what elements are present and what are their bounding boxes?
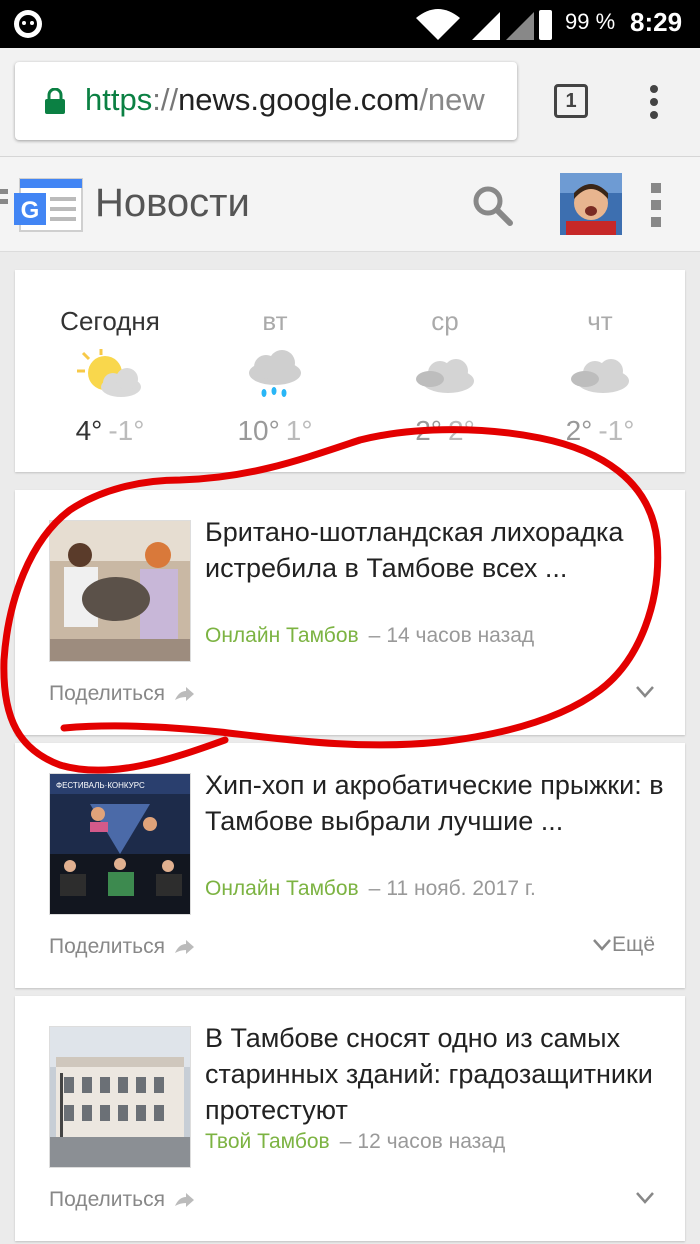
article-time: 11 нояб. 2017 г.: [386, 877, 536, 900]
page-title: Новости: [95, 181, 250, 225]
expand-button[interactable]: [635, 1186, 655, 1210]
weather-day-name: вт: [262, 306, 288, 336]
share-label: Поделиться: [49, 1188, 165, 1211]
share-arrow-icon: [174, 1193, 194, 1208]
weather-high: 2°: [565, 415, 593, 446]
cloudy-icon: [416, 359, 474, 393]
weather-day-name: ср: [431, 306, 459, 336]
article-card[interactable]: Британо-шотландская лихорадка истребила …: [15, 490, 685, 735]
weather-day-tue[interactable]: вт 10° 1°: [195, 306, 355, 447]
meta-separator: –: [368, 877, 381, 900]
cloudy-icon: [571, 359, 629, 393]
expand-button[interactable]: [635, 680, 655, 704]
share-button[interactable]: Поделиться: [49, 1188, 195, 1212]
weather-day-wed[interactable]: ср 2° 2°: [365, 306, 525, 447]
chevron-down-icon: [593, 939, 611, 952]
weather-high: 4°: [75, 415, 103, 446]
weather-day-thu[interactable]: чт 2° -1°: [520, 306, 680, 447]
share-arrow-icon: [174, 940, 194, 955]
more-label: Ещё: [612, 933, 655, 956]
weather-low: -1°: [108, 415, 145, 446]
svg-text:G: G: [21, 197, 40, 224]
article-thumbnail[interactable]: ФЕСТИВАЛЬ·КОНКУРС: [49, 773, 191, 915]
article-title[interactable]: Хип-хоп и акробатические прыжки: в Тамбо…: [205, 767, 665, 839]
weather-day-today[interactable]: Сегодня 4° -1°: [30, 306, 190, 447]
app-menu-icon[interactable]: [648, 183, 664, 227]
chevron-down-icon: [636, 686, 654, 699]
partly-sunny-icon: [77, 349, 141, 397]
share-button[interactable]: Поделиться: [49, 935, 195, 959]
article-source[interactable]: Онлайн Тамбов: [205, 877, 359, 900]
share-label: Поделиться: [49, 682, 165, 705]
article-title[interactable]: Британо-шотландская лихорадка истребила …: [205, 514, 665, 586]
svg-text:ФЕСТИВАЛЬ·КОНКУРС: ФЕСТИВАЛЬ·КОНКУРС: [56, 781, 145, 790]
rain-cloud-icon: [249, 350, 301, 397]
article-time: 12 часов назад: [357, 1130, 506, 1153]
weather-low: 1°: [285, 415, 313, 446]
status-bar: 99 % 8:29: [0, 0, 700, 48]
google-news-logo[interactable]: G: [0, 175, 90, 235]
url-text[interactable]: https://news.google.com/new: [85, 82, 485, 118]
weather-low: -1°: [598, 415, 635, 446]
browser-menu-icon[interactable]: [646, 84, 662, 120]
user-avatar[interactable]: [560, 173, 622, 235]
clock: 8:29: [630, 7, 683, 37]
weather-day-name: Сегодня: [60, 306, 160, 336]
app-notification-icon: [14, 10, 42, 38]
article-thumbnail[interactable]: [49, 520, 191, 662]
weather-high: 10°: [237, 415, 280, 446]
meta-separator: –: [368, 624, 381, 647]
share-label: Поделиться: [49, 935, 165, 958]
weather-day-name: чт: [587, 306, 613, 336]
news-app-bar: G Новости: [0, 156, 700, 252]
weather-high: 2°: [415, 415, 442, 446]
lock-icon: [45, 88, 65, 114]
weather-low: 2°: [448, 415, 475, 446]
more-button[interactable]: Ещё: [592, 933, 655, 957]
url-bar[interactable]: https://news.google.com/new: [15, 62, 517, 140]
article-card[interactable]: ФЕСТИВАЛЬ·КОНКУРС Хип-хоп и акробатическ…: [15, 743, 685, 988]
chevron-down-icon: [636, 1192, 654, 1205]
search-icon[interactable]: [470, 183, 514, 227]
tab-switcher-button[interactable]: 1: [554, 84, 588, 118]
share-button[interactable]: Поделиться: [49, 682, 195, 706]
article-source[interactable]: Твой Тамбов: [205, 1130, 330, 1153]
battery-percent: 99 %: [565, 9, 616, 34]
meta-separator: –: [339, 1130, 352, 1153]
article-thumbnail[interactable]: [49, 1026, 191, 1168]
weather-card[interactable]: Сегодня 4° -1° вт 10° 1° ср 2° 2° чт 2° …: [15, 270, 685, 472]
share-arrow-icon: [174, 687, 194, 702]
article-title[interactable]: В Тамбове сносят одно из самых старинных…: [205, 1020, 665, 1128]
article-source[interactable]: Онлайн Тамбов: [205, 624, 359, 647]
article-card[interactable]: В Тамбове сносят одно из самых старинных…: [15, 996, 685, 1241]
wifi-signal-icon: [416, 9, 552, 40]
article-time: 14 часов назад: [386, 624, 535, 647]
